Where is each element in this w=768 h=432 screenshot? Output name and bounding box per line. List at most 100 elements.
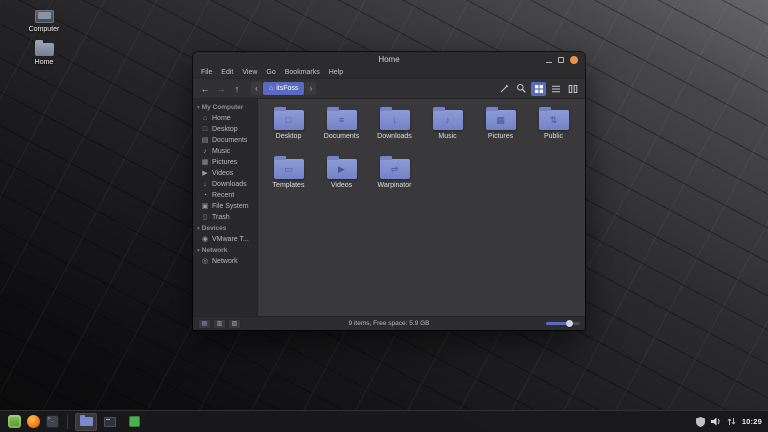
home-icon: ⌂ (201, 114, 209, 123)
titlebar[interactable]: Home (193, 52, 585, 67)
sidebar-item-downloads[interactable]: ↓Downloads (193, 179, 257, 190)
maximize-button[interactable] (558, 57, 564, 63)
file-item-downloads[interactable]: ↓Downloads (368, 106, 421, 153)
file-item-templates[interactable]: ▭Templates (262, 155, 315, 202)
sidebar-section-my-computer[interactable]: ▾My Computer (193, 102, 257, 113)
sidebar-item-pictures[interactable]: ▦Pictures (193, 157, 257, 168)
file-label: Templates (262, 182, 315, 190)
folder-emblem-icon: □ (274, 110, 304, 130)
clock[interactable]: 10:29 (742, 417, 762, 426)
menu-bookmarks[interactable]: Bookmarks (285, 67, 320, 79)
status-buttons: ▤▥▧ (198, 319, 243, 329)
zoom-handle[interactable] (566, 320, 573, 327)
toggle-treeview-button[interactable]: ▥ (213, 319, 226, 329)
sidebar-section-devices[interactable]: ▾Devices (193, 223, 257, 234)
menu-view[interactable]: View (242, 67, 257, 79)
sidebar-item-label: Network (212, 257, 238, 266)
folder-emblem-icon: ▦ (486, 110, 516, 130)
compact-view-button[interactable] (565, 82, 580, 96)
launcher-firefox[interactable] (25, 414, 41, 430)
taskbar-window-terminal[interactable] (99, 413, 121, 431)
sidebar-item-trash[interactable]: ▯Trash (193, 212, 257, 223)
sidebar-item-label: VMware T... (212, 235, 249, 244)
breadcrumb-current[interactable]: ⌂ itsFoss (263, 82, 304, 95)
sidebar-item-recent[interactable]: ◔Recent (193, 190, 257, 201)
menu-file[interactable]: File (201, 67, 212, 79)
launcher-terminal[interactable] (44, 414, 60, 430)
file-item-music[interactable]: ♪Music (421, 106, 474, 153)
breadcrumb: ‹ ⌂ itsFoss › (251, 82, 316, 95)
sidebar-item-home[interactable]: ⌂Home (193, 113, 257, 124)
sidebar-item-music[interactable]: ♪Music (193, 146, 257, 157)
firefox-icon (27, 415, 40, 428)
desktop-icon: □ (201, 125, 209, 134)
toolbar-view-controls (497, 82, 580, 96)
file-item-documents[interactable]: ≡Documents (315, 106, 368, 153)
list-view-button[interactable] (548, 82, 563, 96)
folder-emblem-icon: ▶ (327, 159, 357, 179)
desktop-icon-home[interactable]: Home (16, 43, 72, 67)
edit-location-button[interactable] (497, 82, 512, 96)
status-bar: 9 items, Free space: 5.9 GB ▤▥▧ (193, 316, 585, 330)
file-label: Public (527, 133, 580, 141)
file-manager-window[interactable]: Home File Edit View Go Bookmarks Help ← → ↑ ‹… (193, 52, 585, 330)
menu-edit[interactable]: Edit (221, 67, 233, 79)
menu-go[interactable]: Go (266, 67, 275, 79)
folder-icon: □ (274, 110, 304, 130)
taskbar-window-app-green[interactable] (123, 413, 145, 431)
taskbar-left (6, 413, 147, 431)
breadcrumb-next-button[interactable]: › (305, 82, 316, 95)
file-item-desktop[interactable]: □Desktop (262, 106, 315, 153)
toolbar: ← → ↑ ‹ ⌂ itsFoss › (193, 79, 585, 99)
sidebar-item-vmware-t[interactable]: ◉VMware T... (193, 234, 257, 245)
sidebar-section-title: My Computer (202, 104, 244, 112)
sidebar-item-documents[interactable]: ▤Documents (193, 135, 257, 146)
menu-help[interactable]: Help (329, 67, 343, 79)
network-icon (727, 417, 736, 426)
forward-button[interactable]: → (214, 82, 228, 96)
network-tray-button[interactable] (727, 417, 736, 426)
sidebar-item-label: Videos (212, 169, 233, 178)
grid-view-button[interactable] (531, 82, 546, 96)
folder-icon: ▶ (327, 159, 357, 179)
volume-tray-button[interactable] (711, 417, 721, 426)
file-grid[interactable]: □Desktop≡Documents↓Downloads♪Music▦Pictu… (258, 99, 585, 316)
up-button[interactable]: ↑ (230, 82, 244, 96)
toggle-places-button[interactable]: ▤ (198, 319, 211, 329)
videos-icon: ▶ (201, 169, 209, 178)
sidebar-item-label: Downloads (212, 180, 247, 189)
sidebar-item-network[interactable]: ◎Network (193, 256, 257, 267)
computer-icon (35, 10, 54, 23)
toggle-hidden-button[interactable]: ▧ (228, 319, 241, 329)
file-item-pictures[interactable]: ▦Pictures (474, 106, 527, 153)
minimize-button[interactable] (546, 57, 552, 63)
taskbar-separator (67, 415, 68, 429)
zoom-slider[interactable] (546, 322, 580, 325)
folder-icon: ▦ (486, 110, 516, 130)
back-button[interactable]: ← (198, 82, 212, 96)
close-button[interactable] (570, 56, 578, 64)
downloads-icon: ↓ (201, 180, 209, 189)
shield-tray-button[interactable] (696, 417, 705, 427)
sidebar-section-network[interactable]: ▾Network (193, 245, 257, 256)
sidebar-item-file-system[interactable]: ▣File System (193, 201, 257, 212)
grid-view-icon (534, 84, 544, 94)
chevron-down-icon: ▾ (197, 247, 200, 255)
taskbar-window-files[interactable] (75, 413, 97, 431)
documents-icon: ▤ (201, 136, 209, 145)
menu-bar: File Edit View Go Bookmarks Help (193, 67, 585, 79)
sidebar-item-desktop[interactable]: □Desktop (193, 124, 257, 135)
file-item-videos[interactable]: ▶Videos (315, 155, 368, 202)
breadcrumb-prev-button[interactable]: ‹ (251, 82, 262, 95)
file-item-public[interactable]: ⇅Public (527, 106, 580, 153)
desktop[interactable]: Computer Home Home File Edit View Go Bookmark… (0, 0, 768, 432)
sidebar-section-title: Network (202, 247, 228, 255)
status-text: 9 items, Free space: 5.9 GB (193, 320, 585, 327)
desktop-icon-computer[interactable]: Computer (16, 10, 72, 34)
window-title: Home (193, 52, 585, 67)
file-item-warpinator[interactable]: ⇌Warpinator (368, 155, 421, 202)
launcher-menu[interactable] (6, 414, 22, 430)
sidebar-item-videos[interactable]: ▶Videos (193, 168, 257, 179)
folder-emblem-icon: ♪ (433, 110, 463, 130)
search-button[interactable] (514, 82, 529, 96)
